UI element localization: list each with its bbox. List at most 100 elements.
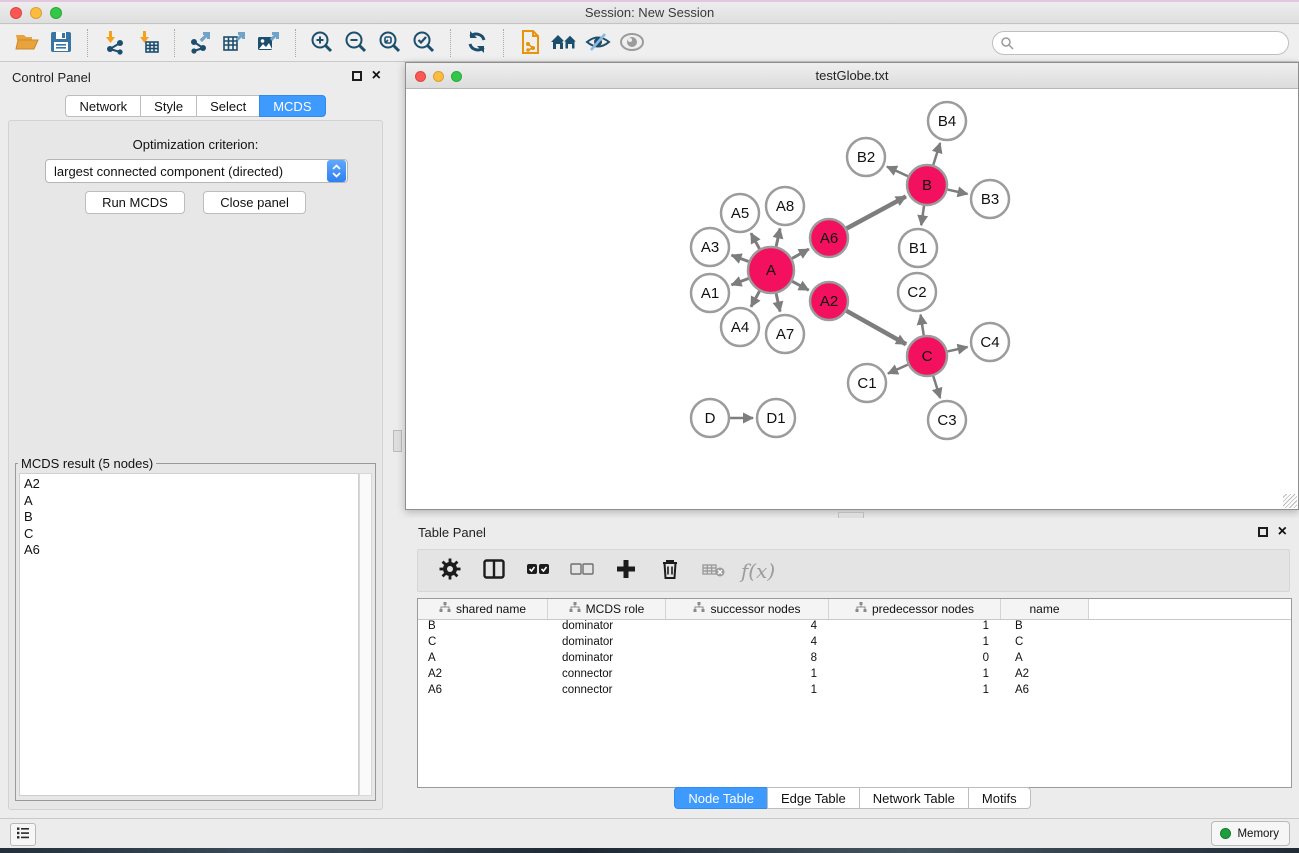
table-row[interactable]: A6connector11A6 [418,684,1291,700]
select-all-button[interactable] [520,554,556,588]
cell-name[interactable]: C [1001,636,1089,652]
graph-node-A7[interactable]: A7 [766,315,804,353]
cell-successor-nodes[interactable]: 8 [666,652,829,668]
cell-name[interactable]: A [1001,652,1089,668]
cell-mcds-role[interactable]: dominator [548,636,666,652]
table-tab-edge-table[interactable]: Edge Table [767,787,860,809]
cell-predecessor-nodes[interactable]: 1 [829,620,1001,636]
zoom-out-button[interactable] [339,28,373,58]
network-graph[interactable]: B4B2BB3A5A8A6B1A3AA1C2A2A4A7C4CC1C3DD1 [406,89,1298,509]
memory-button[interactable]: Memory [1211,821,1290,846]
cell-mcds-role[interactable]: connector [548,684,666,700]
cell-predecessor-nodes[interactable]: 1 [829,684,1001,700]
graph-edge-A-A5[interactable] [751,233,760,249]
table-tab-node-table[interactable]: Node Table [674,787,768,809]
cell-successor-nodes[interactable]: 1 [666,668,829,684]
graph-edge-B-B1[interactable] [921,206,924,225]
tab-network[interactable]: Network [65,95,141,117]
graph-edge-B-B4[interactable] [933,143,940,165]
result-item[interactable]: A [24,493,358,510]
result-item[interactable]: C [24,526,358,543]
table-settings-button[interactable] [432,554,468,588]
cell-predecessor-nodes[interactable]: 1 [829,668,1001,684]
result-item[interactable]: A6 [24,542,358,559]
graph-edge-C-C3[interactable] [933,376,940,398]
run-mcds-button[interactable]: Run MCDS [85,191,185,214]
float-table-panel-icon[interactable] [1258,527,1268,537]
graph-node-A6[interactable]: A6 [810,219,848,257]
new-network-from-selection-button[interactable] [513,28,547,58]
graph-edge-C-C1[interactable] [888,365,908,374]
cell-shared-name[interactable]: C [418,636,548,652]
cell-shared-name[interactable]: B [418,620,548,636]
show-columns-button[interactable] [476,554,512,588]
cell-mcds-role[interactable]: dominator [548,652,666,668]
import-network-button[interactable] [97,28,131,58]
search-input[interactable] [992,31,1289,55]
table-tab-network-table[interactable]: Network Table [859,787,969,809]
graph-edge-A-A1[interactable] [732,278,749,284]
column-header-predecessor-nodes[interactable]: predecessor nodes [829,599,1001,619]
tab-mcds[interactable]: MCDS [259,95,325,117]
graph-node-B[interactable]: B [907,165,947,205]
table-row[interactable]: Bdominator41B [418,620,1291,636]
tab-select[interactable]: Select [196,95,260,117]
deselect-all-button[interactable] [564,554,600,588]
graph-node-A[interactable]: A [748,247,794,293]
column-header-name[interactable]: name [1001,599,1089,619]
graph-edge-B-B3[interactable] [947,190,967,194]
graph-node-A1[interactable]: A1 [691,274,729,312]
table-tab-motifs[interactable]: Motifs [968,787,1031,809]
import-table-button[interactable] [131,28,165,58]
graph-edge-C-C4[interactable] [947,347,967,351]
result-scrollbar[interactable] [359,473,372,796]
save-session-button[interactable] [44,28,78,58]
add-button[interactable] [608,554,644,588]
graph-edge-A2-C[interactable] [846,311,906,344]
graph-edge-A-A7[interactable] [776,293,780,311]
graph-node-B2[interactable]: B2 [847,138,885,176]
close-panel-button[interactable]: Close panel [203,191,306,214]
export-network-button[interactable] [184,28,218,58]
graph-edge-C-C2[interactable] [921,315,924,336]
open-session-button[interactable] [10,28,44,58]
graph-node-A3[interactable]: A3 [691,228,729,266]
graph-node-A2[interactable]: A2 [810,282,848,320]
graph-node-B1[interactable]: B1 [899,229,937,267]
export-image-button[interactable] [252,28,286,58]
graph-edge-A6-B[interactable] [847,196,906,228]
column-header-shared-name[interactable]: shared name [418,599,548,619]
cell-shared-name[interactable]: A2 [418,668,548,684]
delete-row-button[interactable] [652,554,688,588]
cell-mcds-role[interactable]: dominator [548,620,666,636]
zoom-selected-button[interactable] [407,28,441,58]
cell-name[interactable]: A2 [1001,668,1089,684]
home-button[interactable] [547,28,581,58]
graph-node-C[interactable]: C [907,336,947,376]
graph-node-A8[interactable]: A8 [766,187,804,225]
zoom-in-button[interactable] [305,28,339,58]
tab-style[interactable]: Style [140,95,197,117]
graph-node-C2[interactable]: C2 [898,273,936,311]
close-table-panel-icon[interactable]: × [1278,526,1287,538]
result-item[interactable]: B [24,509,358,526]
close-panel-icon[interactable]: × [372,70,381,82]
graph-node-A4[interactable]: A4 [721,308,759,346]
cell-predecessor-nodes[interactable]: 0 [829,652,1001,668]
table-row[interactable]: Adominator80A [418,652,1291,668]
birds-eye-view-button[interactable] [615,28,649,58]
graph-edge-A-A4[interactable] [751,291,760,307]
graph-node-D[interactable]: D [691,399,729,437]
graph-node-C1[interactable]: C1 [848,364,886,402]
result-item[interactable]: A2 [24,476,358,493]
network-canvas[interactable]: B4B2BB3A5A8A6B1A3AA1C2A2A4A7C4CC1C3DD1 [406,89,1298,509]
graph-edge-A-A8[interactable] [776,228,780,246]
task-history-button[interactable] [10,823,36,846]
column-header-mcds-role[interactable]: MCDS role [548,599,666,619]
graph-node-C4[interactable]: C4 [971,323,1009,361]
graph-node-B3[interactable]: B3 [971,180,1009,218]
cell-shared-name[interactable]: A6 [418,684,548,700]
graph-edge-A-A3[interactable] [732,255,749,261]
graph-node-B4[interactable]: B4 [928,102,966,140]
graph-edge-A-A2[interactable] [792,281,809,290]
